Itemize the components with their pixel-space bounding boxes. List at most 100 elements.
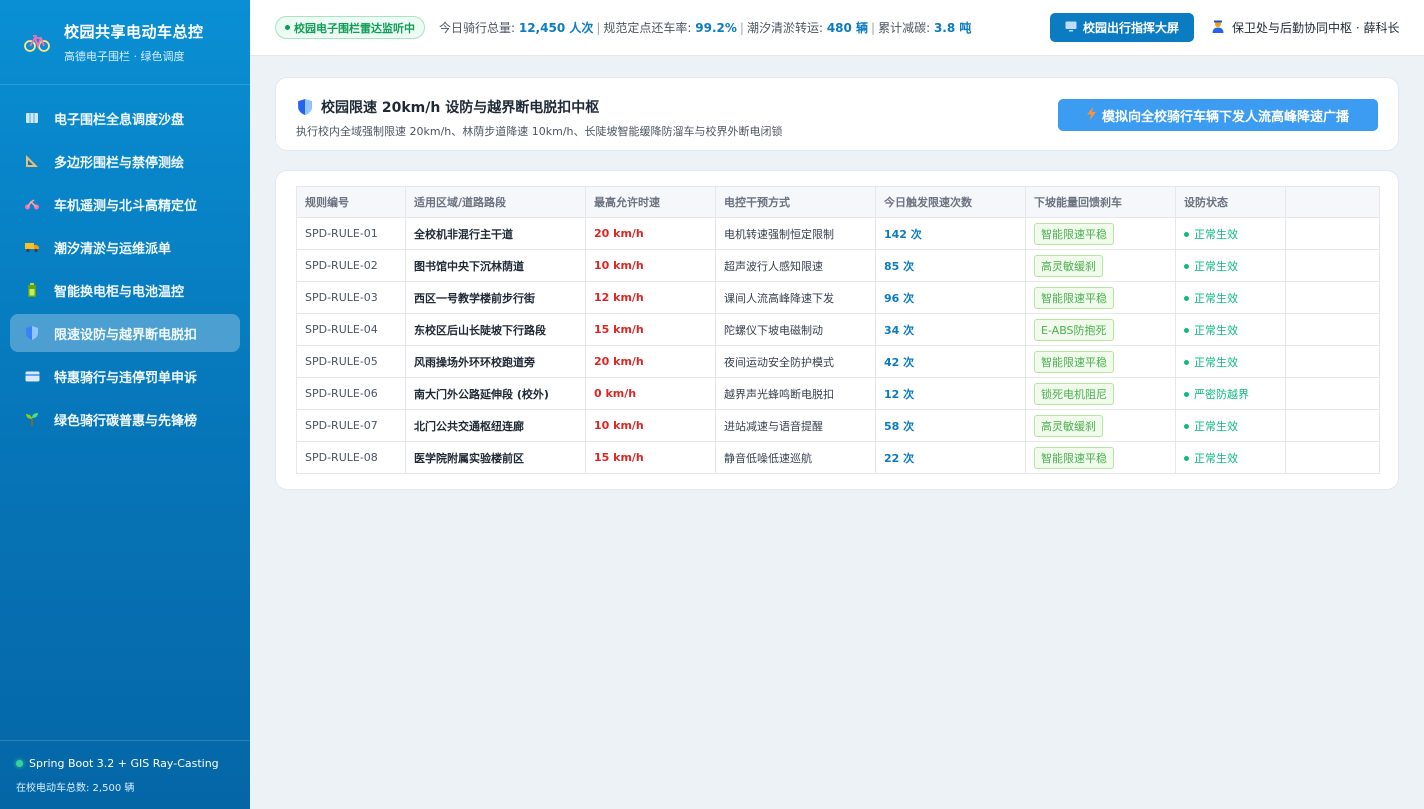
rule-status-text: 正常生效	[1194, 259, 1238, 273]
column-header: 适用区域/道路路段	[405, 186, 586, 218]
rule-intervention: 进站减速与语音提醒	[715, 409, 876, 442]
global-stats: 今日骑行总量: 12,450 人次 | 规范定点还车率: 99.2% | 潮汐清淤转运:…	[439, 19, 971, 36]
rule-status-text: 正常生效	[1194, 451, 1238, 465]
rule-intervention: 越界声光蜂鸣断电脱扣	[715, 377, 876, 410]
broadcast-slowdown-button[interactable]: 模拟向全校骑行车辆下发人流高峰降速广播	[1058, 99, 1378, 131]
row-empty-cell	[1285, 441, 1380, 474]
rule-status-text: 正常生效	[1194, 227, 1238, 241]
brand-title: 校园共享电动车总控	[64, 22, 204, 41]
sidebar-item-polygon-fence[interactable]: 多边形围栏与禁停测绘	[10, 142, 240, 180]
page-title: 校园限速 20km/h 设防与越界断电脱扣中枢	[298, 97, 599, 117]
sidebar-item-fence-sandbox[interactable]: 电子围栏全息调度沙盘	[10, 99, 240, 137]
user-name: 保卫处与后勤协同中枢 · 薛科长	[1232, 21, 1400, 35]
speed-rule-table: 规则编号 适用区域/道路路段 最高允许时速 电控干预方式 今日触发限速次数 下坡…	[296, 186, 1380, 474]
sidebar-item-label: 限速设防与越界断电脱扣	[54, 327, 198, 343]
topbar: 校园电子围栏雷达监听中 今日骑行总量: 12,450 人次 | 规范定点还车率: 9…	[250, 0, 1424, 56]
stat-value: 99.2%	[695, 21, 737, 35]
broadcast-button-label: 模拟向全校骑行车辆下发人流高峰降速广播	[1101, 109, 1349, 125]
table-row[interactable]: SPD-RULE-05 风雨操场外环环校跑道旁 20 km/h 夜间运动安全防护模式 4…	[296, 345, 1380, 378]
rule-max-speed: 0 km/h	[585, 377, 716, 410]
brake-mode-tag: 智能限速平稳	[1034, 446, 1114, 469]
rule-status: 正常生效	[1175, 441, 1286, 474]
status-dot-icon	[1184, 296, 1189, 301]
sidebar-item-label: 特惠骑行与违停罚单申诉	[54, 370, 198, 386]
brand: 校园共享电动车总控 高德电子围栏 · 绿色调度	[0, 0, 250, 85]
stat-label: 今日骑行总量:	[439, 21, 519, 35]
sidebar-item-battery-swap[interactable]: 智能换电柜与电池温控	[10, 271, 240, 309]
table-header-row: 规则编号 适用区域/道路路段 最高允许时速 电控干预方式 今日触发限速次数 下坡…	[296, 186, 1380, 218]
row-empty-cell	[1285, 377, 1380, 410]
radar-status-text: 校园电子围栏雷达监听中	[294, 21, 415, 35]
rule-trigger-count: 142 次	[875, 217, 1026, 250]
status-dot-icon	[1184, 232, 1189, 237]
row-empty-cell	[1285, 409, 1380, 442]
row-empty-cell	[1285, 281, 1380, 314]
sidebar: 校园共享电动车总控 高德电子围栏 · 绿色调度 电子围栏全息调度沙盘 多边形围栏…	[0, 0, 250, 809]
rule-id: SPD-RULE-03	[296, 281, 406, 314]
column-header: 今日触发限速次数	[875, 186, 1026, 218]
sidebar-footer: Spring Boot 3.2 + GIS Ray-Casting 在校电动车总…	[0, 740, 250, 809]
status-dot-icon	[1184, 424, 1189, 429]
user-info[interactable]: 保卫处与后勤协同中枢 · 薛科长	[1212, 19, 1399, 36]
status-dot-icon	[285, 25, 290, 30]
rule-max-speed: 10 km/h	[585, 409, 716, 442]
table-row[interactable]: SPD-RULE-03 西区一号教学楼前步行街 12 km/h 课间人流高峰降速下发 9…	[296, 281, 1380, 314]
sidebar-item-telemetry[interactable]: 车机遥测与北斗高精定位	[10, 185, 240, 223]
sidebar-item-label: 电子围栏全息调度沙盘	[54, 112, 185, 128]
brake-mode-tag: 高灵敏缓刹	[1034, 254, 1103, 277]
rule-id: SPD-RULE-01	[296, 217, 406, 250]
rule-status-text: 正常生效	[1194, 291, 1238, 305]
table-row[interactable]: SPD-RULE-02 图书馆中央下沉林荫道 10 km/h 超声波行人感知限速 85 …	[296, 249, 1380, 282]
sidebar-item-label: 多边形围栏与禁停测绘	[54, 155, 185, 171]
rule-brake-cell: 高灵敏缓刹	[1025, 249, 1176, 282]
stat-separator: |	[871, 21, 876, 35]
rule-id: SPD-RULE-02	[296, 249, 406, 282]
rule-brake-cell: E-ABS防抱死	[1025, 313, 1176, 346]
sidebar-item-ticket-appeal[interactable]: 特惠骑行与违停罚单申诉	[10, 357, 240, 395]
rule-brake-cell: 智能限速平稳	[1025, 281, 1176, 314]
speed-limit-header-card: 校园限速 20km/h 设防与越界断电脱扣中枢 执行校内全域强制限速 20km/…	[275, 77, 1399, 151]
rule-status: 正常生效	[1175, 217, 1286, 250]
rule-brake-cell: 智能限速平稳	[1025, 441, 1176, 474]
rule-status: 正常生效	[1175, 281, 1286, 314]
rule-id: SPD-RULE-07	[296, 409, 406, 442]
rule-brake-cell: 锁死电机阻尼	[1025, 377, 1176, 410]
table-row[interactable]: SPD-RULE-01 全校机非混行主干道 20 km/h 电机转速强制恒定限制 142…	[296, 217, 1380, 250]
status-dot-icon	[1184, 392, 1189, 397]
stat-label: 累计减碳:	[878, 21, 934, 35]
table-row[interactable]: SPD-RULE-07 北门公共交通枢纽连廊 10 km/h 进站减速与语音提醒 58 …	[296, 409, 1380, 442]
rule-status: 严密防越界	[1175, 377, 1286, 410]
row-empty-cell	[1285, 249, 1380, 282]
table-row[interactable]: SPD-RULE-06 南大门外公路延伸段 (校外) 0 km/h 越界声光蜂鸣断电脱…	[296, 377, 1380, 410]
table-row[interactable]: SPD-RULE-04 东校区后山长陡坡下行路段 15 km/h 陀螺仪下坡电磁制动 3…	[296, 313, 1380, 346]
rule-area: 风雨操场外环环校跑道旁	[405, 345, 586, 378]
rule-trigger-count: 85 次	[875, 249, 1026, 282]
rule-id: SPD-RULE-06	[296, 377, 406, 410]
rule-area: 西区一号教学楼前步行街	[405, 281, 586, 314]
rule-area: 医学院附属实验楼前区	[405, 441, 586, 474]
sidebar-item-label: 车机遥测与北斗高精定位	[54, 198, 198, 214]
rule-intervention: 夜间运动安全防护模式	[715, 345, 876, 378]
sidebar-item-speed-limit[interactable]: 限速设防与越界断电脱扣	[10, 314, 240, 352]
ruler-triangle-icon	[24, 153, 40, 169]
rule-max-speed: 15 km/h	[585, 441, 716, 474]
column-header: 规则编号	[296, 186, 406, 218]
rule-intervention: 陀螺仪下坡电磁制动	[715, 313, 876, 346]
rule-status-text: 正常生效	[1194, 323, 1238, 337]
stat-label: 规范定点还车率:	[603, 21, 696, 35]
sidebar-item-tidal-dispatch[interactable]: 潮汐清淤与运维派单	[10, 228, 240, 266]
sidebar-item-carbon-ranking[interactable]: 绿色骑行碳普惠与先锋榜	[10, 400, 240, 438]
brake-mode-tag: 高灵敏缓刹	[1034, 414, 1103, 437]
shield-icon	[24, 325, 40, 341]
sidebar-item-label: 潮汐清淤与运维派单	[54, 241, 172, 257]
rule-intervention: 电机转速强制恒定限制	[715, 217, 876, 250]
column-header: 设防状态	[1175, 186, 1286, 218]
page-title-text: 校园限速 20km/h 设防与越界断电脱扣中枢	[321, 100, 600, 116]
tech-stack-text: Spring Boot 3.2 + GIS Ray-Casting	[29, 757, 219, 770]
online-dot-icon	[16, 760, 23, 767]
rule-max-speed: 12 km/h	[585, 281, 716, 314]
stat-value: 480 辆	[826, 21, 869, 35]
command-screen-button[interactable]: 校园出行指挥大屏	[1050, 13, 1194, 42]
table-row[interactable]: SPD-RULE-08 医学院附属实验楼前区 15 km/h 静音低噪低速巡航 22 次…	[296, 441, 1380, 474]
rule-id: SPD-RULE-08	[296, 441, 406, 474]
